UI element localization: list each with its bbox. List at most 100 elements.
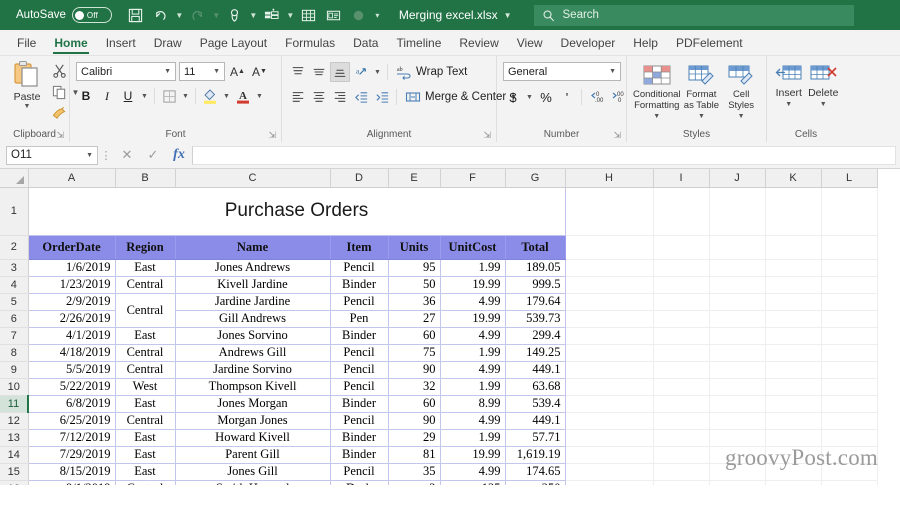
cell-orderdate[interactable]: 4/18/2019	[27, 343, 116, 362]
cell-total[interactable]: 149.25	[504, 343, 566, 362]
cell-item[interactable]: Binder	[329, 394, 389, 413]
font-size-chevron-down-icon[interactable]: ▼	[213, 68, 220, 75]
select-all-corner[interactable]	[0, 169, 29, 188]
delete-cells-chevron-down-icon[interactable]: ▼	[820, 99, 827, 111]
cell-unitcost[interactable]: 1.99	[439, 258, 506, 277]
cell-l6[interactable]	[821, 310, 878, 328]
cell-orderdate[interactable]: 1/6/2019	[27, 258, 116, 277]
cell-j5[interactable]	[709, 293, 766, 311]
currency-chevron-down-icon[interactable]: ▼	[524, 87, 535, 107]
cell-total[interactable]: 179.64	[504, 292, 566, 311]
cell-name[interactable]: Jones Andrews	[174, 258, 331, 277]
cell-name[interactable]: Jardine Jardine	[174, 292, 331, 311]
font-name-input[interactable]: Calibri ▼	[76, 62, 176, 81]
cell-units[interactable]: 29	[387, 428, 441, 447]
cell-k7[interactable]	[765, 327, 822, 345]
format-as-table-chevron-down-icon[interactable]: ▼	[698, 111, 705, 122]
font-color-chevron-down-icon[interactable]: ▼	[254, 86, 265, 106]
cell-i8[interactable]	[653, 344, 710, 362]
cell-units[interactable]: 60	[387, 326, 441, 345]
document-title[interactable]: Merging excel.xlsx ▼	[399, 8, 512, 22]
cell-l16[interactable]	[821, 480, 878, 485]
cell-j10[interactable]	[709, 378, 766, 396]
header-unitcost[interactable]: UnitCost	[440, 235, 506, 260]
cell-j2[interactable]	[709, 235, 766, 260]
column-header-c[interactable]: C	[175, 169, 331, 188]
cell-name[interactable]: Howard Kivell	[174, 428, 331, 447]
confirm-entry-icon[interactable]: ✓	[140, 145, 166, 165]
cell-item[interactable]: Binder	[329, 428, 389, 447]
cell-units[interactable]: 75	[387, 343, 441, 362]
cell-h3[interactable]	[565, 259, 654, 277]
cell-region[interactable]: East	[114, 462, 176, 481]
cell-l14[interactable]	[821, 446, 878, 464]
increase-indent-icon[interactable]	[372, 87, 392, 107]
number-format-chevron-down-icon[interactable]: ▼	[609, 68, 616, 75]
cell-l12[interactable]	[821, 412, 878, 430]
underline-button[interactable]: U	[118, 86, 138, 106]
fill-color-icon[interactable]	[200, 86, 220, 106]
row-header-7[interactable]: 7	[0, 327, 29, 345]
cell-name[interactable]: Jardine Sorvino	[174, 360, 331, 379]
cell-i7[interactable]	[653, 327, 710, 345]
cell-region-merged[interactable]: Central	[114, 292, 176, 328]
cell-unitcost[interactable]: 4.99	[439, 292, 506, 311]
decrease-font-size-button[interactable]: A ▼	[250, 62, 269, 81]
format-as-table-button[interactable]: Format as Table ▼	[683, 63, 721, 122]
cell-orderdate[interactable]: 6/8/2019	[27, 394, 116, 413]
cell-h14[interactable]	[565, 446, 654, 464]
align-middle-icon[interactable]	[309, 62, 329, 82]
cell-name[interactable]: Kivell Jardine	[174, 275, 331, 294]
number-format-select[interactable]: General ▼	[503, 62, 621, 81]
cell-name[interactable]: Morgan Jones	[174, 411, 331, 430]
cell-k10[interactable]	[765, 378, 822, 396]
cell-total[interactable]: 449.1	[504, 411, 566, 430]
cell-region[interactable]: East	[114, 445, 176, 464]
cell-styles-chevron-down-icon[interactable]: ▼	[738, 111, 745, 122]
cell-units[interactable]: 2	[387, 479, 441, 485]
column-header-i[interactable]: I	[653, 169, 710, 188]
row-header-8[interactable]: 8	[0, 344, 29, 362]
cell-unitcost[interactable]: 1.99	[439, 428, 506, 447]
font-color-icon[interactable]: A	[233, 86, 253, 106]
cell-total[interactable]: 539.4	[504, 394, 566, 413]
column-header-f[interactable]: F	[440, 169, 506, 188]
currency-button[interactable]: $	[503, 87, 523, 107]
undo-chevron-down-icon[interactable]: ▼	[174, 4, 185, 26]
cell-h2[interactable]	[565, 235, 654, 260]
row-header-10[interactable]: 10	[0, 378, 29, 396]
cell-l15[interactable]	[821, 463, 878, 481]
cell-h13[interactable]	[565, 429, 654, 447]
cell-region[interactable]: Central	[114, 360, 176, 379]
cell-k3[interactable]	[765, 259, 822, 277]
cell-j13[interactable]	[709, 429, 766, 447]
cell-l11[interactable]	[821, 395, 878, 413]
increase-decimal-icon[interactable]: 0.00	[586, 87, 606, 107]
cell-unitcost[interactable]: 1.99	[439, 377, 506, 396]
align-center-icon[interactable]	[309, 87, 329, 107]
tab-help[interactable]: Help	[624, 30, 667, 55]
cell-item[interactable]: Binder	[329, 326, 389, 345]
form-icon[interactable]	[322, 4, 346, 26]
paste-button[interactable]: Paste ▼	[6, 60, 48, 122]
cell-k4[interactable]	[765, 276, 822, 294]
cell-units[interactable]: 81	[387, 445, 441, 464]
column-header-g[interactable]: G	[505, 169, 566, 188]
cell-j15[interactable]	[709, 463, 766, 481]
orientation-icon[interactable]: a	[351, 62, 371, 82]
cell-unitcost[interactable]: 19.99	[439, 445, 506, 464]
cell-l13[interactable]	[821, 429, 878, 447]
cell-item[interactable]: Pencil	[329, 292, 389, 311]
tab-view[interactable]: View	[508, 30, 552, 55]
row-header-5[interactable]: 5	[0, 293, 29, 311]
cell-j9[interactable]	[709, 361, 766, 379]
formula-input[interactable]	[192, 145, 896, 165]
cell-h8[interactable]	[565, 344, 654, 362]
cell-l2[interactable]	[821, 235, 878, 260]
cell-h10[interactable]	[565, 378, 654, 396]
cell-item[interactable]: Pen	[329, 309, 389, 328]
save-icon[interactable]	[124, 4, 148, 26]
cell-region[interactable]: East	[114, 258, 176, 277]
cell-i3[interactable]	[653, 259, 710, 277]
tab-data[interactable]: Data	[344, 30, 387, 55]
